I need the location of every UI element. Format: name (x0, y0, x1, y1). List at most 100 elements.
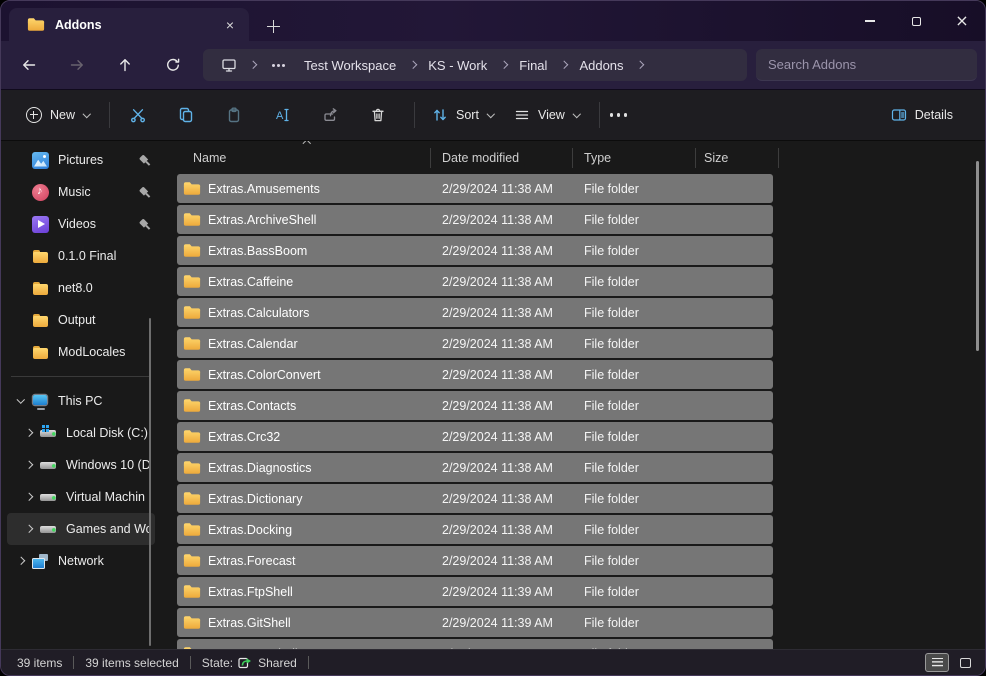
chevron-icon[interactable] (23, 492, 34, 503)
chevron-icon[interactable] (23, 524, 34, 535)
minimize-button[interactable] (847, 1, 893, 41)
sidebar-item[interactable]: Games and Wo (7, 513, 155, 545)
file-date-modified: 2/29/2024 11:38 AM (431, 399, 573, 413)
file-row[interactable]: Extras.Caffeine 2/29/2024 11:38 AM File … (177, 267, 773, 296)
file-date-modified: 2/29/2024 11:38 AM (431, 368, 573, 382)
maximize-button[interactable] (893, 1, 939, 41)
state-label: State: (202, 656, 233, 670)
folder-icon (183, 615, 201, 630)
chevron-icon[interactable] (15, 315, 26, 326)
file-row[interactable]: Extras.Calendar 2/29/2024 11:38 AM File … (177, 329, 773, 358)
breadcrumb-overflow-button[interactable] (261, 52, 296, 78)
sort-button[interactable]: Sort (423, 97, 505, 133)
chevron-icon[interactable] (15, 283, 26, 294)
vertical-scrollbar[interactable] (976, 161, 979, 351)
chevron-icon[interactable] (23, 460, 34, 471)
file-row[interactable]: Extras.FtpShell 2/29/2024 11:39 AM File … (177, 577, 773, 606)
sidebar-item-icon (40, 521, 57, 538)
file-row[interactable]: Extras.Docking 2/29/2024 11:38 AM File f… (177, 515, 773, 544)
cut-icon (130, 107, 146, 123)
close-button[interactable]: × (939, 1, 985, 41)
large-icons-view-button[interactable] (953, 653, 977, 672)
file-row[interactable]: Extras.ColorConvert 2/29/2024 11:38 AM F… (177, 360, 773, 389)
column-label: Date modified (442, 151, 519, 165)
breadcrumb-item[interactable]: Test Workspace (296, 52, 404, 78)
sidebar-item[interactable]: This PC (7, 385, 155, 417)
sidebar-item[interactable]: Windows 10 (D (7, 449, 155, 481)
column-header-date-modified[interactable]: Date modified (431, 148, 573, 168)
file-list-area: Name Date modified Type Size (161, 141, 985, 649)
sidebar-item[interactable]: Local Disk (C:) (7, 417, 155, 449)
rename-button[interactable]: A (262, 97, 302, 133)
chevron-down-icon (486, 111, 496, 119)
sidebar-item-icon (32, 152, 49, 169)
sidebar-item[interactable]: Network (7, 545, 155, 577)
chevron-right-icon[interactable] (495, 57, 511, 73)
chevron-icon[interactable] (15, 396, 26, 407)
chevron-icon[interactable] (15, 187, 26, 198)
refresh-button[interactable] (155, 47, 191, 83)
sidebar-item[interactable]: ModLocales (7, 336, 155, 368)
breadcrumb-item[interactable]: Addons (571, 52, 631, 78)
new-tab-button[interactable] (261, 14, 285, 38)
chevron-icon[interactable] (15, 251, 26, 262)
chevron-right-icon[interactable] (555, 57, 571, 73)
breadcrumb-item[interactable]: Final (511, 52, 555, 78)
forward-button[interactable] (59, 47, 95, 83)
tab-addons[interactable]: Addons × (9, 8, 249, 41)
sidebar-tree: This PC Local Disk (C:) Windows 10 ( (1, 385, 161, 577)
delete-button[interactable] (358, 97, 398, 133)
column-header-type[interactable]: Type (573, 148, 696, 168)
sidebar-item[interactable]: 0.1.0 Final (7, 240, 155, 272)
file-row[interactable]: Extras.Diagnostics 2/29/2024 11:38 AM Fi… (177, 453, 773, 482)
folder-icon (183, 429, 201, 444)
file-row[interactable]: Extras.Calculators 2/29/2024 11:38 AM Fi… (177, 298, 773, 327)
file-name: Extras.Caffeine (208, 275, 293, 289)
file-row[interactable]: Extras.BassBoom 2/29/2024 11:38 AM File … (177, 236, 773, 265)
copy-button[interactable] (166, 97, 206, 133)
file-row[interactable]: Extras.Amusements 2/29/2024 11:38 AM Fil… (177, 174, 773, 203)
sidebar-item[interactable]: Music (7, 176, 155, 208)
tab-close-icon[interactable]: × (219, 14, 241, 36)
sidebar-scrollbar[interactable] (149, 318, 151, 646)
new-button[interactable]: New (17, 97, 101, 133)
file-row[interactable]: Extras.GitShell 2/29/2024 11:39 AM File … (177, 608, 773, 637)
file-row[interactable]: Extras.HttpShell 2/29/2024 11:39 AM File… (177, 639, 773, 649)
share-button[interactable] (310, 97, 350, 133)
sidebar-item[interactable]: Videos (7, 208, 155, 240)
sidebar-item-icon (32, 216, 49, 233)
sidebar-item-icon (40, 489, 57, 506)
up-button[interactable] (107, 47, 143, 83)
chevron-icon[interactable] (15, 219, 26, 230)
chevron-right-icon[interactable] (632, 57, 648, 73)
file-row[interactable]: Extras.Forecast 2/29/2024 11:38 AM File … (177, 546, 773, 575)
view-button[interactable]: View (505, 97, 591, 133)
sidebar-item[interactable]: Output (7, 304, 155, 336)
search-input[interactable] (768, 57, 965, 72)
chevron-icon[interactable] (15, 155, 26, 166)
column-label: Type (584, 151, 611, 165)
paste-button[interactable] (214, 97, 254, 133)
column-header-name[interactable]: Name (177, 148, 431, 168)
file-row[interactable]: Extras.Dictionary 2/29/2024 11:38 AM Fil… (177, 484, 773, 513)
details-pane-button[interactable]: Details (882, 97, 969, 133)
file-row[interactable]: Extras.Crc32 2/29/2024 11:38 AM File fol… (177, 422, 773, 451)
chevron-icon[interactable] (23, 428, 34, 439)
chevron-icon[interactable] (15, 556, 26, 567)
back-button[interactable] (11, 47, 47, 83)
breadcrumb-item[interactable]: KS - Work (420, 52, 495, 78)
file-row[interactable]: Extras.Contacts 2/29/2024 11:38 AM File … (177, 391, 773, 420)
details-view-button[interactable] (925, 653, 949, 672)
cut-button[interactable] (118, 97, 158, 133)
sidebar-item[interactable]: Virtual Machin (7, 481, 155, 513)
file-row[interactable]: Extras.ArchiveShell 2/29/2024 11:38 AM F… (177, 205, 773, 234)
chevron-right-icon[interactable] (404, 57, 420, 73)
chevron-icon[interactable] (15, 347, 26, 358)
breadcrumb-root-button[interactable] (213, 52, 245, 78)
column-header-size[interactable]: Size (696, 148, 779, 168)
more-options-button[interactable] (608, 97, 630, 133)
svg-text:A: A (276, 110, 284, 122)
sidebar-item[interactable]: net8.0 (7, 272, 155, 304)
folder-icon (183, 398, 201, 413)
sidebar-item[interactable]: Pictures (7, 144, 155, 176)
